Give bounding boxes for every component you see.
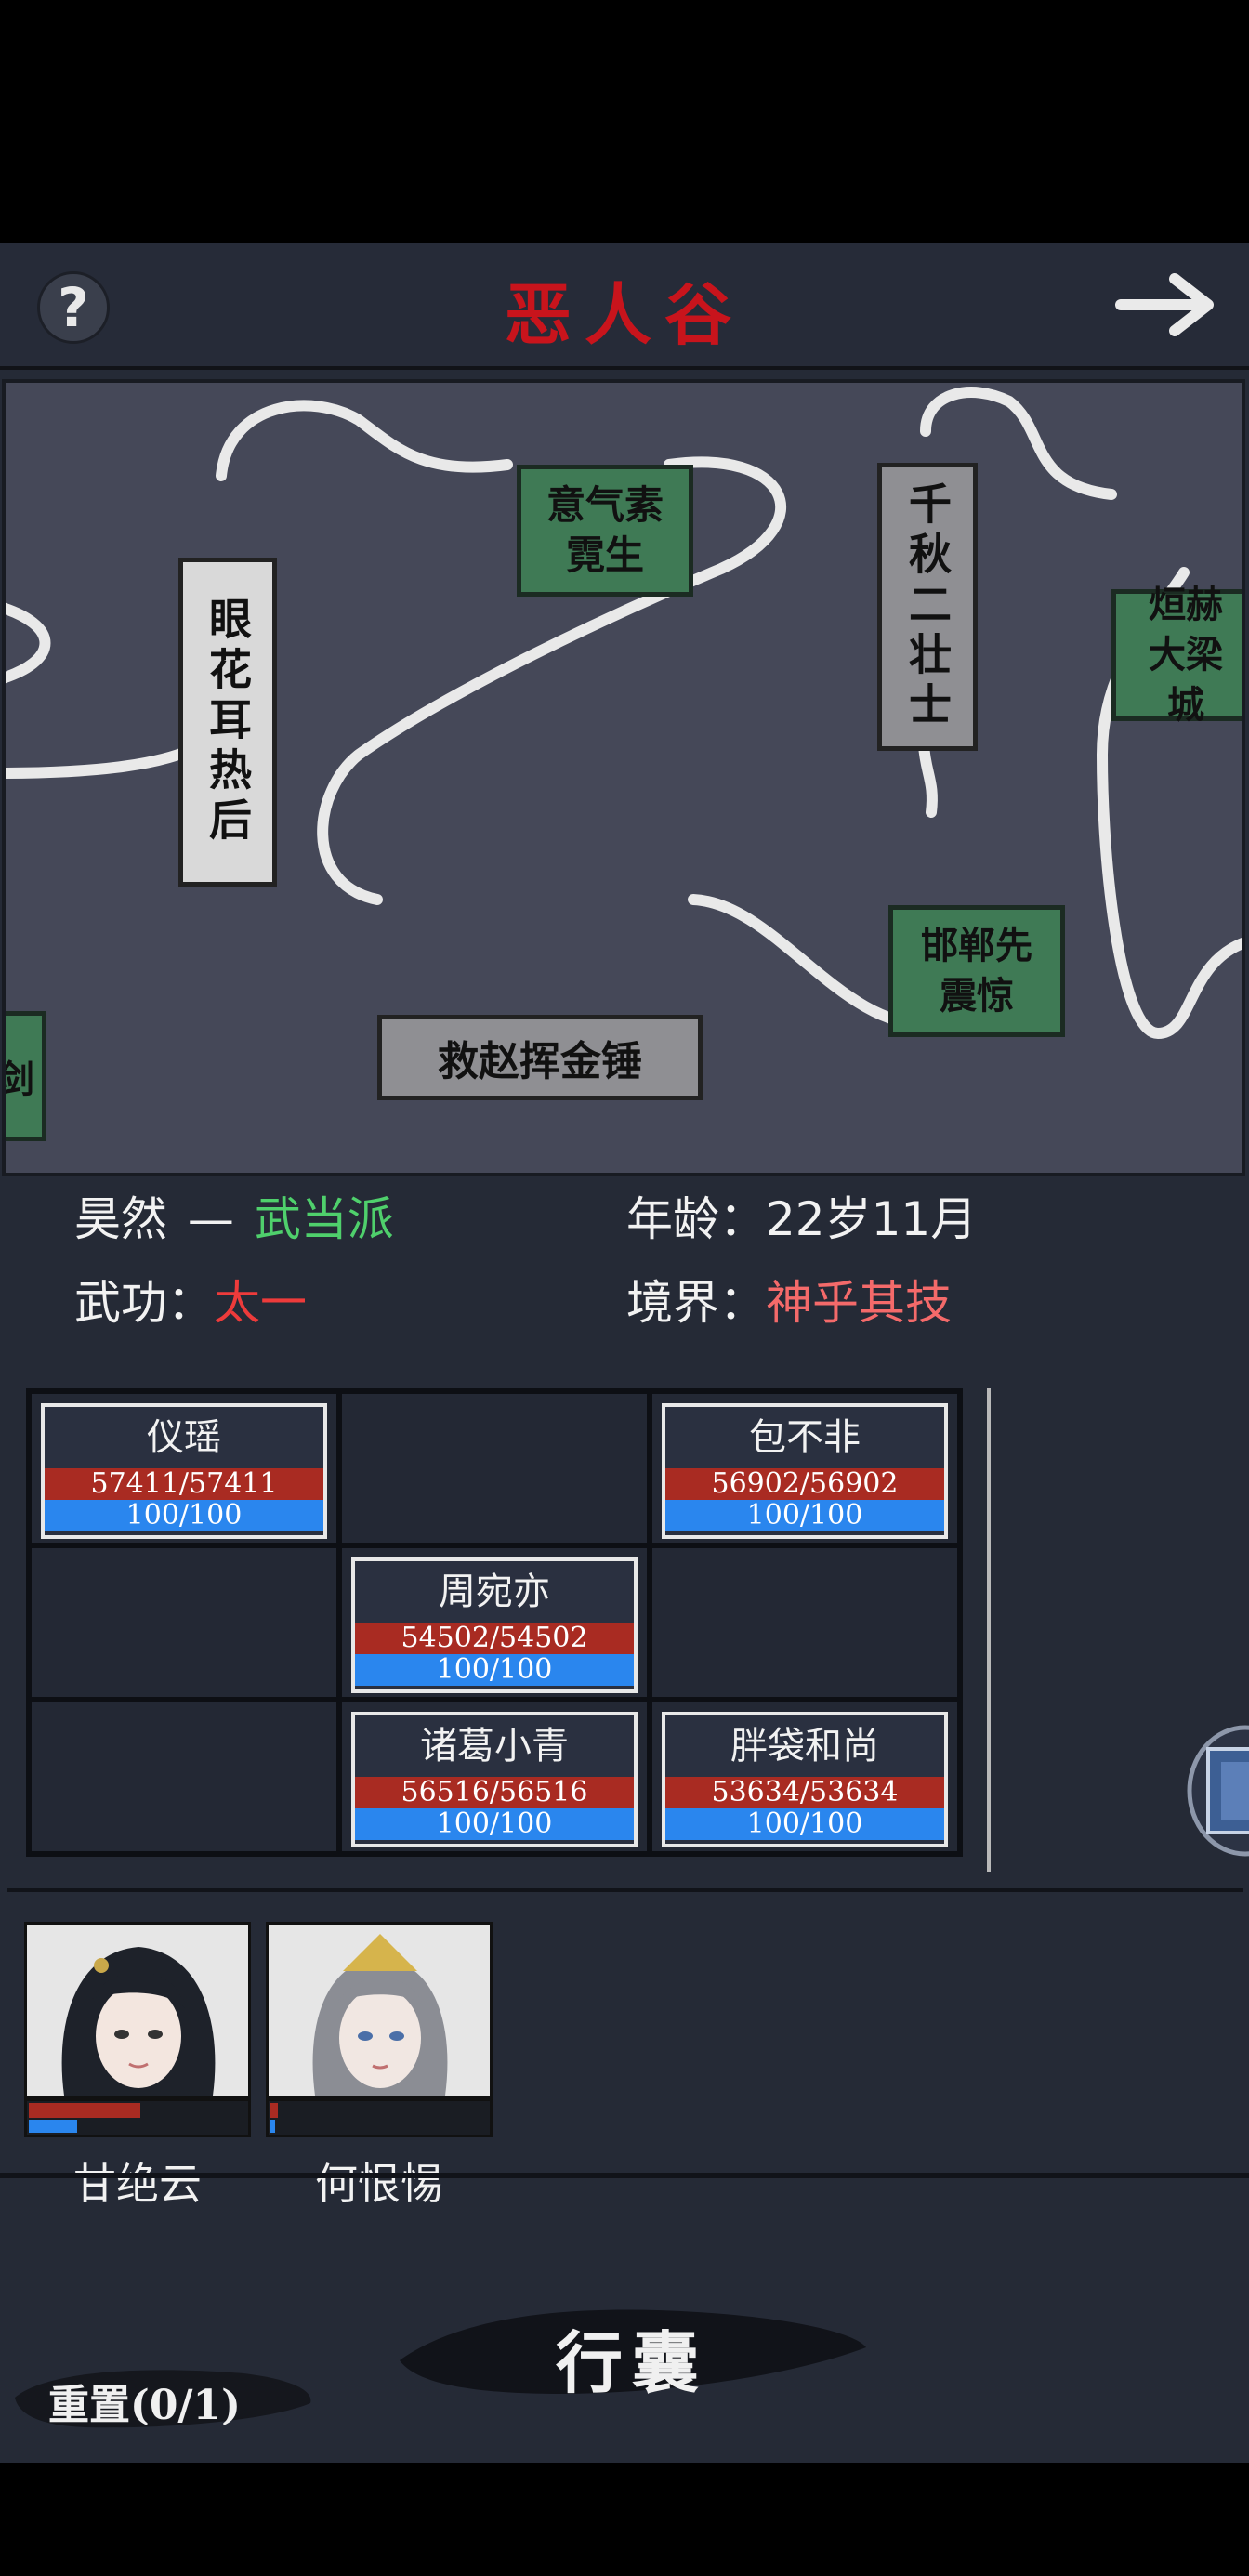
- vertical-divider: [987, 1388, 991, 1872]
- next-button[interactable]: [1115, 268, 1227, 342]
- map-node[interactable]: 剑: [6, 1011, 46, 1141]
- map-node[interactable]: 千秋二壮士: [877, 463, 978, 751]
- book-icon[interactable]: [1180, 1721, 1249, 1860]
- arrow-right-icon: [1115, 273, 1214, 336]
- age-value: 22岁11月: [766, 1192, 978, 1246]
- formation-slot[interactable]: 诸葛小青 56516/56516 100/100: [339, 1700, 650, 1854]
- unit-card[interactable]: 周宛亦 54502/54502 100/100: [351, 1557, 638, 1693]
- realm-label: 境界：: [626, 1276, 766, 1330]
- member-status-bars: [266, 2098, 493, 2137]
- unit-hp: 56902/56902: [665, 1468, 944, 1500]
- unit-card[interactable]: 仪瑶 57411/57411 100/100: [41, 1403, 327, 1539]
- reset-label: 重置(0/1): [48, 2382, 241, 2429]
- formation-slot[interactable]: [29, 1545, 339, 1700]
- unit-hp: 53634/53634: [665, 1777, 944, 1808]
- unit-hp: 57411/57411: [45, 1468, 323, 1500]
- member-mp-bar: [270, 2120, 275, 2133]
- avatar: [24, 1922, 251, 2098]
- avatar: [266, 1922, 493, 2098]
- formation-slot[interactable]: 包不非 56902/56902 100/100: [650, 1391, 960, 1545]
- skill-label: 武功：: [74, 1276, 214, 1330]
- map-node[interactable]: 意气素霓生: [517, 465, 693, 597]
- formation-slot[interactable]: [29, 1700, 339, 1854]
- unit-name: 周宛亦: [439, 1571, 550, 1613]
- page-title: 恶人谷: [504, 275, 744, 354]
- unit-name: 仪瑶: [147, 1416, 221, 1459]
- map-node[interactable]: 烜赫大梁城: [1111, 583, 1242, 727]
- section-divider: [7, 1888, 1243, 1892]
- member-mp-bar: [29, 2120, 77, 2133]
- unit-card[interactable]: 诸葛小青 56516/56516 100/100: [351, 1712, 638, 1847]
- unit-mp: 100/100: [45, 1500, 323, 1531]
- member-name: 甘绝云: [73, 2159, 202, 2209]
- unit-hp: 56516/56516: [355, 1777, 634, 1808]
- age-label: 年龄：: [626, 1192, 766, 1246]
- member-hp-bar: [270, 2103, 278, 2118]
- party-member[interactable]: 何恨惕: [266, 1922, 493, 2212]
- formation-slot[interactable]: 周宛亦 54502/54502 100/100: [339, 1545, 650, 1700]
- member-name: 何恨惕: [315, 2159, 443, 2209]
- stage-map: 眼花耳热后 意气素霓生 千秋二壮士 烜赫大梁城 邯郸先震惊 救赵挥金锤 剑: [2, 379, 1245, 1176]
- player-name: 昊然: [74, 1192, 167, 1246]
- player-sect: 武当派: [254, 1192, 394, 1246]
- game-screen: ? 恶人谷 眼花耳热后 意气素霓生 千秋二壮士 烜赫大梁城 邯郸先震惊 救赵挥金…: [0, 243, 1249, 2463]
- header-bar: ? 恶人谷: [0, 243, 1249, 370]
- realm-value: 神乎其技: [766, 1276, 952, 1330]
- party-member[interactable]: 甘绝云: [24, 1922, 251, 2212]
- unit-card[interactable]: 包不非 56902/56902 100/100: [662, 1403, 948, 1539]
- unit-mp: 100/100: [355, 1654, 634, 1686]
- unit-mp: 100/100: [355, 1808, 634, 1840]
- skill-value: 太一: [214, 1276, 307, 1330]
- bag-label: 行囊: [555, 2323, 708, 2402]
- unit-name: 诸葛小青: [420, 1725, 569, 1768]
- member-status-bars: [24, 2098, 251, 2137]
- unit-hp: 54502/54502: [355, 1623, 634, 1654]
- map-node[interactable]: 邯郸先震惊: [888, 905, 1065, 1037]
- map-node[interactable]: 救赵挥金锤: [377, 1015, 703, 1100]
- unit-name: 包不非: [749, 1416, 861, 1459]
- player-info: 昊然 — 武当派 年龄：22岁11月 武功：太一 境界：神乎其技: [0, 1182, 1249, 1377]
- reset-button[interactable]: 重置(0/1): [11, 2355, 318, 2438]
- formation-grid: 仪瑶 57411/57411 100/100 包不非 56902/56902 1…: [26, 1388, 963, 1857]
- unit-card[interactable]: 胖袋和尚 53634/53634 100/100: [662, 1712, 948, 1847]
- unit-name: 胖袋和尚: [730, 1725, 879, 1768]
- unit-mp: 100/100: [665, 1808, 944, 1840]
- formation-slot[interactable]: 仪瑶 57411/57411 100/100: [29, 1391, 339, 1545]
- unit-mp: 100/100: [665, 1500, 944, 1531]
- bag-button[interactable]: 行囊: [390, 2295, 874, 2407]
- formation-slot[interactable]: [339, 1391, 650, 1545]
- map-node[interactable]: 眼花耳热后: [178, 558, 277, 887]
- member-hp-bar: [29, 2103, 140, 2118]
- formation-slot[interactable]: 胖袋和尚 53634/53634 100/100: [650, 1700, 960, 1854]
- section-divider: [0, 2173, 1249, 2178]
- formation-slot[interactable]: [650, 1545, 960, 1700]
- name-separator: —: [187, 1192, 234, 1246]
